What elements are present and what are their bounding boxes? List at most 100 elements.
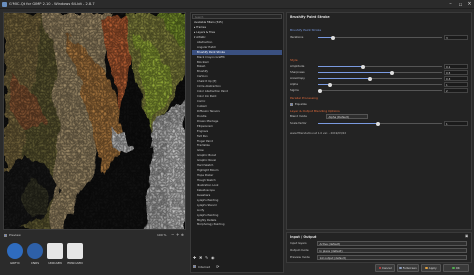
param-slider[interactable]	[318, 76, 442, 81]
param-slider[interactable]	[318, 35, 442, 40]
ensicaen-logo	[67, 243, 83, 259]
param-value[interactable]: 1	[444, 82, 468, 87]
scale-factor-slider[interactable]	[318, 121, 442, 126]
apply-icon	[425, 266, 428, 270]
zoom-out-icon[interactable]: −	[171, 232, 174, 237]
param-label: Amplitude	[290, 64, 305, 68]
param-slider[interactable]	[318, 82, 442, 87]
greyc-logo-label: GREYC	[9, 261, 21, 265]
fullscreen-button[interactable]: Fullscreen	[397, 264, 419, 272]
apply-button[interactable]: Apply	[421, 264, 441, 272]
ok-icon	[452, 266, 455, 270]
unicaen-logo-label: UNICAEN	[48, 261, 62, 265]
preview-mode-label: Preview mode	[290, 255, 310, 259]
logos-area: GREYC CNRS UNICAEN ENSICAEN	[3, 240, 186, 273]
param-slider-handle[interactable]	[368, 76, 373, 81]
blend-mode-row: Blend mode Alpha (Default)	[290, 114, 468, 119]
scale-factor-label: Scale factor	[290, 121, 307, 125]
param-slider-handle[interactable]	[328, 82, 333, 87]
maximize-button[interactable]: ☐	[456, 1, 465, 8]
param-row: Sigma 2	[290, 88, 468, 93]
param-slider-handle[interactable]	[390, 70, 395, 75]
param-slider[interactable]	[318, 64, 442, 69]
filter-footer-note: www.filterstudio.net 1.0 ver. - 2019/03/…	[290, 131, 347, 135]
add-fave-icon[interactable]: ✚	[193, 255, 196, 260]
filter-panel-footer: ✚ ✖ ✎ ◉ Internet ⟳	[192, 255, 284, 273]
filter-title: Brushify Paint Stroke	[290, 15, 330, 19]
section-style-label: Style	[290, 58, 298, 62]
cancel-button[interactable]: Cancel	[375, 264, 395, 272]
zoom-level[interactable]: 100 %	[157, 233, 167, 237]
param-slider-handle[interactable]	[318, 88, 323, 93]
unicaen-logo	[47, 243, 63, 259]
param-slider-fill	[318, 72, 393, 73]
refresh-icon[interactable]: ⟳	[216, 264, 219, 269]
zoom-in-icon[interactable]: +	[176, 232, 179, 237]
input-output-panel: Input / Output ▣ Input layers Active (de…	[286, 232, 472, 263]
filter-panel: Available filters (545)▸ Frames▸ Layers …	[190, 12, 284, 273]
param-value[interactable]: 3	[444, 35, 468, 40]
output-mode-label: Output mode	[290, 248, 309, 252]
param-row: Alpha 1	[290, 82, 468, 87]
window-title: G'MIC-Qt for GIMP 2.10 - Windows 64-bit …	[9, 2, 95, 6]
section-blend-label: Layer & Output Blending Options	[290, 109, 340, 113]
cnrs-logo-label: CNRS	[30, 261, 40, 265]
param-value[interactable]: 2	[444, 88, 468, 93]
fullscreen-icon	[399, 266, 402, 270]
section-parallel-label: Parallel Processing	[290, 96, 318, 100]
param-slider-handle[interactable]	[330, 35, 335, 40]
param-slider-fill	[318, 66, 363, 67]
preview-controls: Preview 100 % − + ⊕	[3, 231, 186, 239]
io-row-input-layers: Input layers Active (default)	[290, 241, 468, 246]
blend-mode-select[interactable]: Alpha (Default)	[326, 114, 368, 119]
close-button[interactable]: ×	[465, 1, 474, 8]
param-value[interactable]: 0.1	[444, 64, 468, 69]
preview-checkbox[interactable]	[4, 233, 7, 237]
preview-mode-select[interactable]: 1st output (default)	[317, 255, 467, 260]
greyc-logo	[7, 243, 23, 259]
param-value[interactable]: 0.3	[444, 76, 468, 81]
equalize-label: Equalize	[295, 102, 307, 106]
minimize-button[interactable]: –	[446, 1, 455, 8]
ok-button[interactable]: OK	[443, 264, 469, 272]
title-bar: G'MIC-Qt for GIMP 2.10 - Windows 64-bit …	[0, 0, 474, 9]
cnrs-logo	[27, 243, 43, 259]
ensicaen-logo-label: ENSICAEN	[67, 261, 83, 265]
io-row-output-mode: Output mode In place (default)	[290, 248, 468, 253]
param-slider[interactable]	[318, 70, 442, 75]
param-value[interactable]: 0.5	[444, 70, 468, 75]
cancel-button-label: Cancel	[382, 266, 392, 270]
visibility-icon[interactable]: ◉	[211, 255, 215, 260]
zoom-reset-icon[interactable]: ⊕	[181, 233, 184, 237]
param-slider[interactable]	[318, 88, 442, 93]
param-row: Amplitude 0.1	[290, 64, 468, 69]
remove-fave-icon[interactable]: ✖	[199, 255, 202, 260]
io-row-preview-mode: Preview mode 1st output (default)	[290, 255, 468, 260]
io-collapse-icon[interactable]: ▣	[465, 234, 468, 238]
filter-item[interactable]: Morphology Painting	[192, 222, 282, 227]
blend-mode-label: Blend mode	[290, 114, 307, 118]
filter-tree[interactable]: Available filters (545) ▸ Frames ▸ Layers …	[192, 20, 282, 253]
param-row: Sharpness 0.5	[290, 70, 468, 75]
filter-search-input[interactable]	[192, 14, 282, 19]
param-slider-handle[interactable]	[360, 64, 365, 69]
io-title: Input / Output	[290, 234, 317, 239]
section-brush-label: Brushify Paint Stroke	[290, 28, 322, 32]
rename-fave-icon[interactable]: ✎	[205, 255, 208, 260]
preview-pane[interactable]	[3, 12, 186, 230]
scale-factor-handle[interactable]	[375, 121, 380, 126]
filter-settings-panel: Brushify Paint Stroke Brushify Paint Str…	[286, 12, 472, 230]
scale-factor-value[interactable]: 1	[444, 121, 468, 126]
param-row: Anisotropy 0.3	[290, 76, 468, 81]
input-layers-label: Input layers	[290, 241, 307, 245]
preview-checkbox-label: Preview	[9, 233, 21, 237]
param-label: Alpha	[290, 82, 298, 86]
apply-button-label: Apply	[428, 266, 437, 270]
equalize-checkbox[interactable]	[290, 102, 293, 106]
output-mode-select[interactable]: In place (default)	[317, 248, 467, 253]
param-slider-fill	[318, 78, 371, 79]
internet-checkbox[interactable]	[193, 265, 196, 268]
param-row: Iterations 3	[290, 35, 468, 40]
gmic-app-icon	[2, 2, 7, 7]
input-layers-select[interactable]: Active (default)	[317, 241, 467, 246]
